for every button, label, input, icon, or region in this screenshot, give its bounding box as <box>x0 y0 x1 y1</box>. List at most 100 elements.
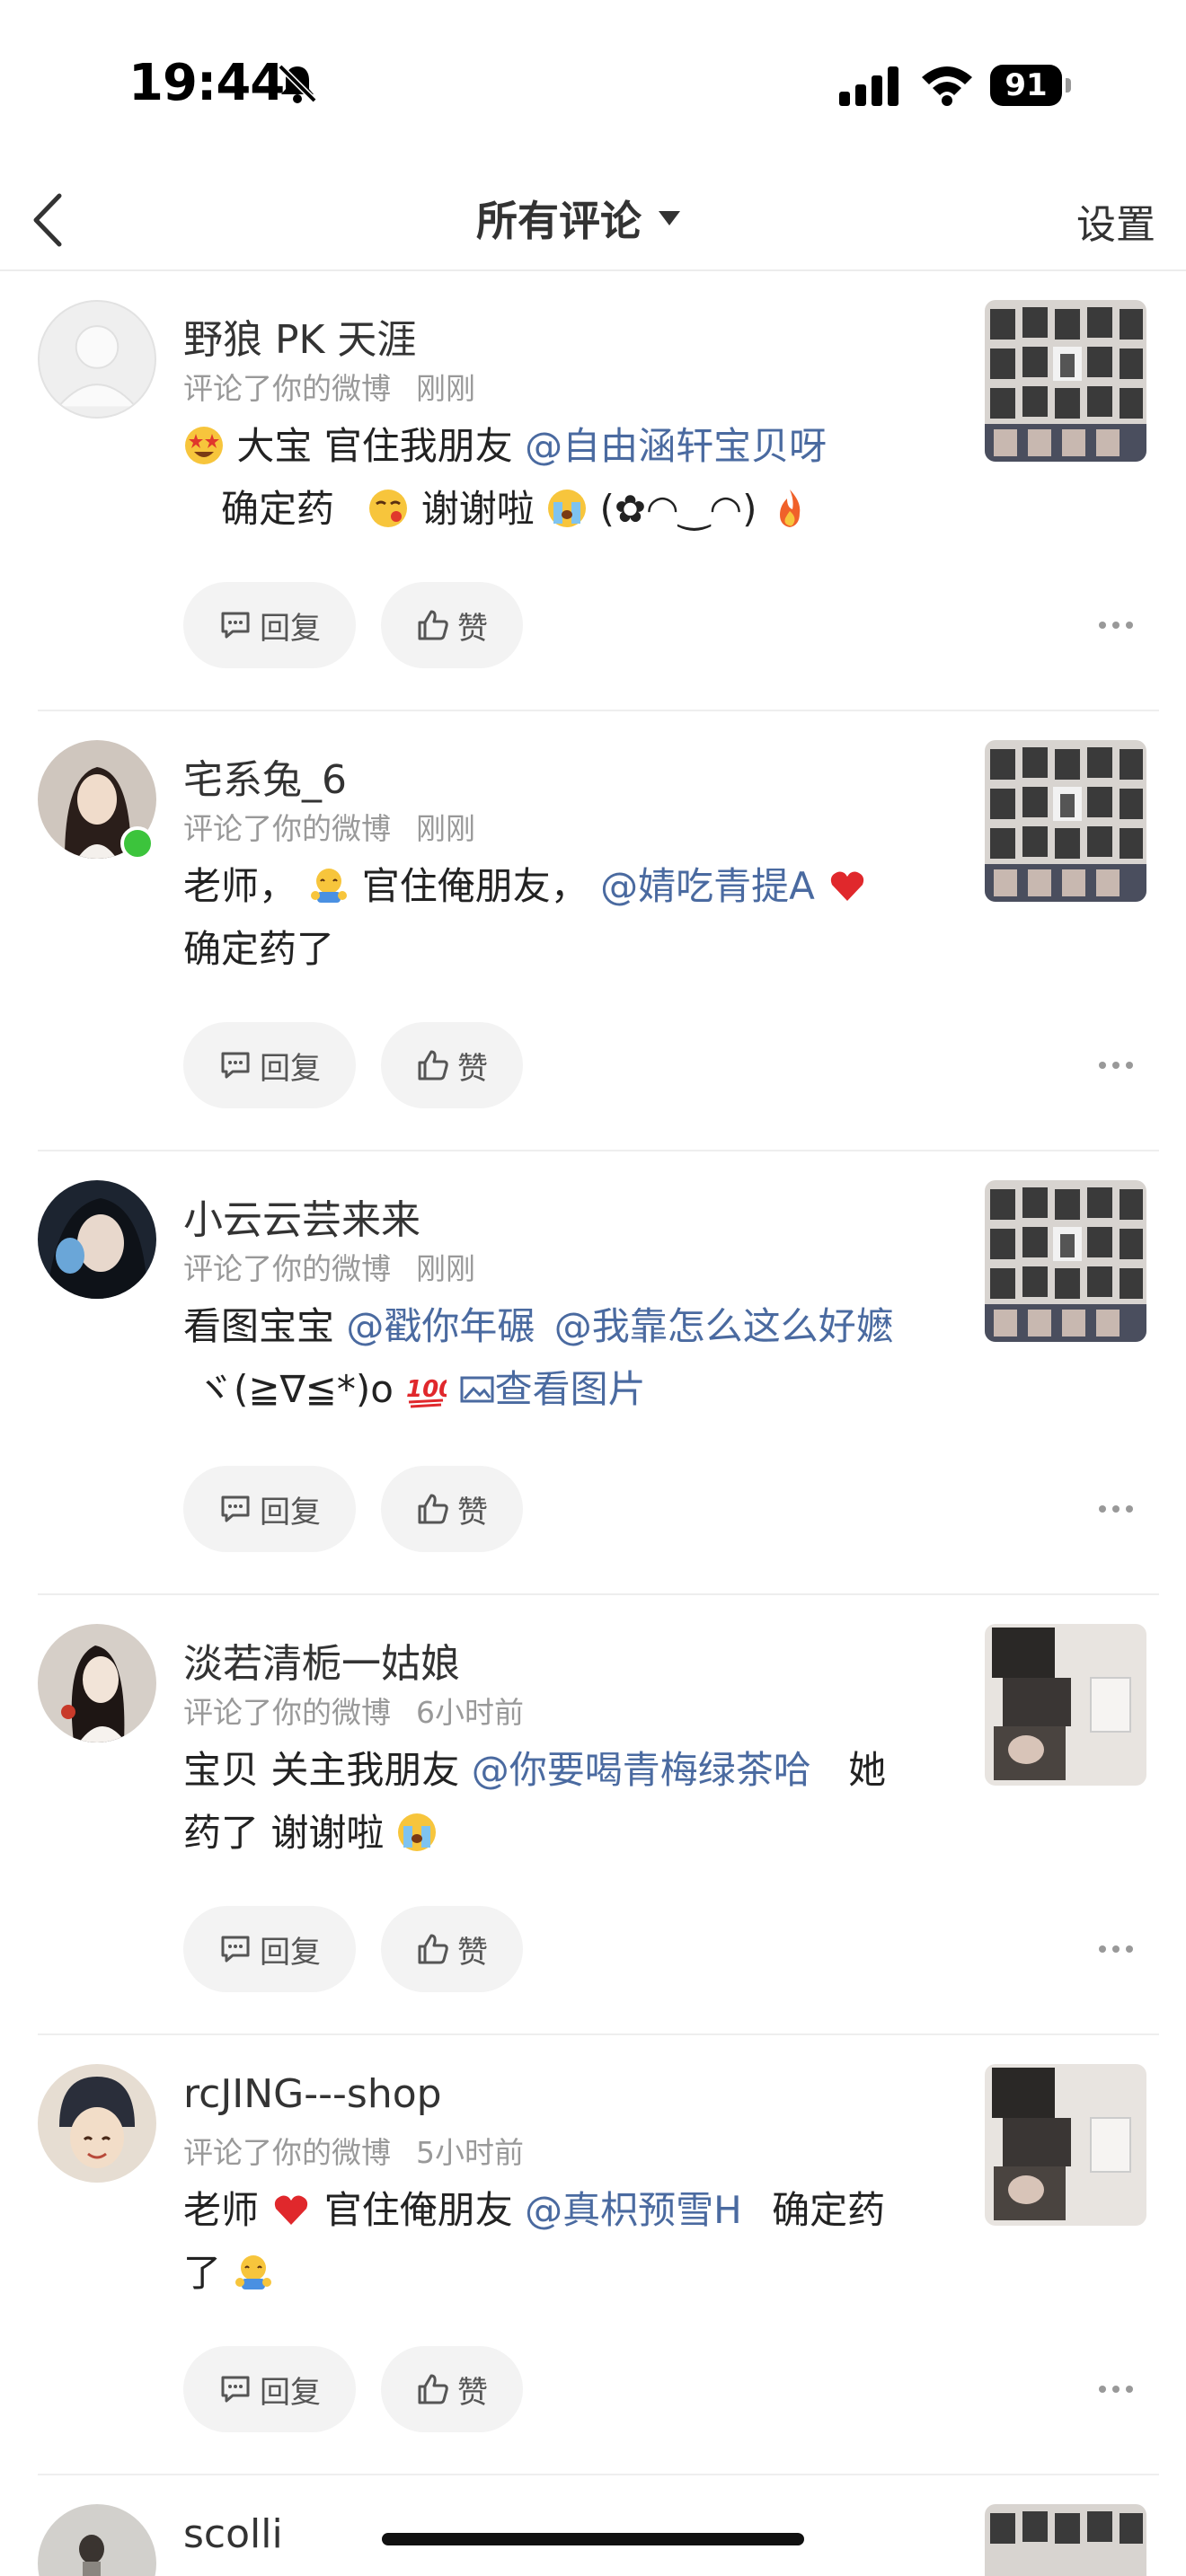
settings-button[interactable]: 设置 <box>1076 192 1155 250</box>
like-label: 赞 <box>457 1934 488 1971</box>
kaomoji: ヾ(≧∇≦*)o <box>196 1367 394 1411</box>
like-button[interactable]: 赞 <box>381 582 523 668</box>
hugging-face-emoji-icon <box>311 869 348 903</box>
comment-text: 看图宝宝 @戳你年碾 @我靠怎么这么好嬷 ヾ(≧∇≦*)o 100 查看图片 <box>183 1295 956 1421</box>
avatar[interactable] <box>38 1624 156 1742</box>
like-label: 赞 <box>457 2374 488 2411</box>
reply-label: 回复 <box>260 2374 321 2411</box>
view-image-link[interactable]: 查看图片 <box>459 1367 646 1411</box>
comment-text-part: 确定药 <box>221 487 335 531</box>
comment-text-part: 官住俺朋友 <box>323 2188 513 2232</box>
more-dots-icon[interactable] <box>1098 616 1134 634</box>
comment-text-part: 了 <box>183 2251 222 2295</box>
comment-item: 野狼 PK 天涯 评论了你的微博 刚刚 大宝 官住我朋友 @自由涵轩宝贝呀 确定药… <box>0 271 1186 711</box>
comment-item: 宅系兔_6 评论了你的微博 刚刚 老师， 官住俺朋友， @婧吃青提A 确定药了 回… <box>0 711 1186 1151</box>
more-dots-icon[interactable] <box>1098 2380 1134 2398</box>
comment-icon <box>221 612 250 639</box>
reply-label: 回复 <box>260 1494 321 1531</box>
avatar[interactable] <box>38 300 156 419</box>
post-thumbnail[interactable] <box>985 1180 1146 1342</box>
like-button[interactable]: 赞 <box>381 2346 523 2432</box>
username[interactable]: 宅系兔_6 <box>183 747 347 805</box>
mention-link[interactable]: @我靠怎么这么好嬷 <box>554 1304 894 1348</box>
avatar[interactable] <box>38 1180 156 1299</box>
hundred-points-emoji-icon: 100 <box>406 1376 447 1408</box>
comment-text: 老师， 官住俺朋友， @婧吃青提A 确定药了 <box>183 855 956 981</box>
meta-time: 刚刚 <box>416 371 475 406</box>
meta-time: 6小时前 <box>416 1695 524 1730</box>
more-dots-icon[interactable] <box>1098 1056 1134 1074</box>
comment-text: 宝贝 关主我朋友 @你要喝青梅绿茶哈 她 药了 谢谢啦 <box>183 1739 956 1865</box>
like-button[interactable]: 赞 <box>381 1466 523 1552</box>
more-dots-icon[interactable] <box>1098 1940 1134 1958</box>
comment-text-part: 官住俺朋友， <box>361 864 589 908</box>
meta-time: 刚刚 <box>416 1251 475 1286</box>
comment-icon <box>221 1936 250 1963</box>
mention-link[interactable]: @真枳预雪H <box>525 2188 742 2232</box>
mention-link[interactable]: @戳你年碾 <box>346 1304 535 1348</box>
mention-link[interactable]: @婧吃青提A <box>600 864 815 908</box>
comment-item: rcJING---shop 评论了你的微博 5小时前 老师 官住俺朋友 @真枳预雪… <box>0 2035 1186 2475</box>
comment-text-part: 她 <box>848 1748 887 1792</box>
comment-text-part: 大宝 官住我朋友 <box>236 424 513 468</box>
thumbs-up-icon <box>418 1494 448 1524</box>
crying-face-emoji-icon <box>548 490 587 527</box>
star-struck-emoji-icon <box>185 427 223 464</box>
comment-text-part: 确定药 <box>772 2188 886 2232</box>
post-thumbnail[interactable] <box>985 2064 1146 2226</box>
reply-label: 回复 <box>260 1934 321 1971</box>
battery-icon: 91 <box>990 65 1071 108</box>
svg-text:100: 100 <box>406 1376 447 1403</box>
comment-item: 小云云芸来来 评论了你的微博 刚刚 看图宝宝 @戳你年碾 @我靠怎么这么好嬷 ヾ(… <box>0 1151 1186 1595</box>
fire-emoji-icon <box>779 490 801 527</box>
username[interactable]: rcJING---shop <box>183 2071 442 2117</box>
red-heart-emoji-icon <box>831 871 864 901</box>
reply-button[interactable]: 回复 <box>183 1906 356 1992</box>
username[interactable]: scolli <box>183 2511 283 2557</box>
like-label: 赞 <box>457 1050 488 1087</box>
comment-icon <box>221 1495 250 1522</box>
avatar[interactable] <box>38 2504 156 2576</box>
like-button[interactable]: 赞 <box>381 1906 523 1992</box>
hugging-face-emoji-icon <box>235 2255 272 2289</box>
reply-button[interactable]: 回复 <box>183 582 356 668</box>
image-icon <box>460 1376 494 1403</box>
post-thumbnail[interactable] <box>985 2504 1146 2576</box>
reply-button[interactable]: 回复 <box>183 2346 356 2432</box>
comment-text: 大宝 官住我朋友 @自由涵轩宝贝呀 确定药 谢谢啦 (✿◠‿◠) <box>183 415 956 541</box>
comment-text-part: 药了 谢谢啦 <box>183 1811 385 1855</box>
post-thumbnail[interactable] <box>985 740 1146 902</box>
mention-link[interactable]: @你要喝青梅绿茶哈 <box>472 1748 811 1792</box>
username[interactable]: 小云云芸来来 <box>183 1187 420 1245</box>
mention-link[interactable]: @自由涵轩宝贝呀 <box>525 424 827 468</box>
comment-icon <box>221 1052 250 1079</box>
avatar[interactable] <box>38 2064 156 2183</box>
comment-meta: 评论了你的微博 5小时前 <box>183 2129 524 2172</box>
more-dots-icon[interactable] <box>1098 1500 1134 1518</box>
meta-action: 评论了你的微博 <box>183 371 391 406</box>
comment-item: 淡若清栀一姑娘 评论了你的微博 6小时前 宝贝 关主我朋友 @你要喝青梅绿茶哈 她… <box>0 1595 1186 2035</box>
comment-text-part: 确定药了 <box>183 927 335 971</box>
post-thumbnail[interactable] <box>985 300 1146 462</box>
red-heart-emoji-icon <box>275 2195 308 2225</box>
comment-filter-dropdown[interactable]: 所有评论 <box>476 187 681 250</box>
comment-icon <box>221 2376 250 2403</box>
view-image-label: 查看图片 <box>494 1367 646 1411</box>
username[interactable]: 野狼 PK 天涯 <box>183 307 416 365</box>
comment-meta: 评论了你的微博 刚刚 <box>183 365 475 408</box>
meta-time: 5小时前 <box>416 2135 524 2170</box>
status-bar: 19:44 91 <box>0 0 1186 171</box>
like-button[interactable]: 赞 <box>381 1022 523 1108</box>
like-label: 赞 <box>457 1494 488 1531</box>
username[interactable]: 淡若清栀一姑娘 <box>183 1631 460 1689</box>
comment-item: scolli <box>0 2475 1186 2576</box>
reply-button[interactable]: 回复 <box>183 1022 356 1108</box>
meta-action: 评论了你的微博 <box>183 1251 391 1286</box>
status-time: 19:44 <box>128 54 285 112</box>
reply-button[interactable]: 回复 <box>183 1466 356 1552</box>
post-thumbnail[interactable] <box>985 1624 1146 1786</box>
back-arrow-icon[interactable] <box>25 189 70 251</box>
meta-action: 评论了你的微博 <box>183 1695 391 1730</box>
comment-meta: 评论了你的微博 刚刚 <box>183 805 475 848</box>
nav-bar: 所有评论 设置 <box>0 171 1186 271</box>
